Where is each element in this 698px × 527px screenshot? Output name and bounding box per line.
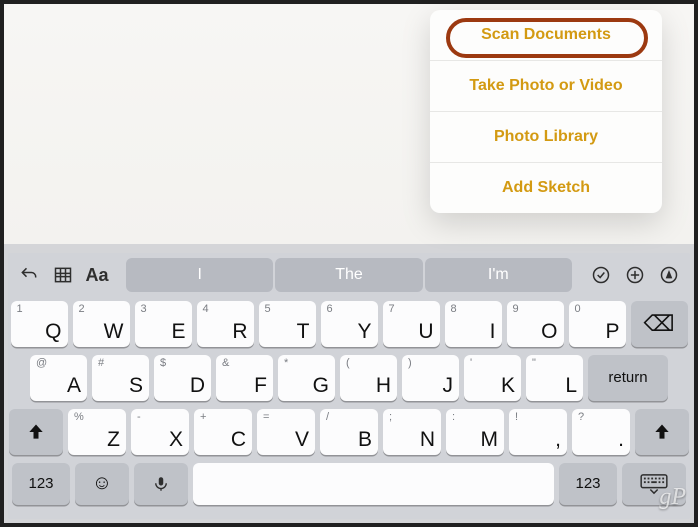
key-l[interactable]: "L <box>526 355 583 401</box>
popover-item-scan-documents[interactable]: Scan Documents <box>430 10 662 60</box>
key-v[interactable]: =V <box>257 409 315 455</box>
key-h[interactable]: (H <box>340 355 397 401</box>
markup-icon[interactable] <box>654 260 684 290</box>
key-s[interactable]: #S <box>92 355 149 401</box>
key-f[interactable]: &F <box>216 355 273 401</box>
number-switch-key-left[interactable]: 123 <box>12 463 70 505</box>
key-period[interactable]: ?. <box>572 409 630 455</box>
key-j[interactable]: )J <box>402 355 459 401</box>
key-n[interactable]: ;N <box>383 409 441 455</box>
format-aa-icon[interactable]: Aa <box>82 260 112 290</box>
key-w[interactable]: 2W <box>73 301 130 347</box>
key-i[interactable]: 8I <box>445 301 502 347</box>
suggestion-bar: I The I'm <box>126 258 572 292</box>
undo-icon[interactable] <box>14 260 44 290</box>
insert-popover: Scan Documents Take Photo or Video Photo… <box>430 10 662 213</box>
return-key[interactable]: return <box>588 355 668 401</box>
keyboard-topbar: Aa I The I'm <box>8 253 690 297</box>
popover-item-take-photo-video[interactable]: Take Photo or Video <box>430 60 662 111</box>
add-attachment-icon[interactable] <box>620 260 650 290</box>
space-key[interactable] <box>193 463 554 505</box>
backspace-key[interactable]: ⌫ <box>631 301 688 347</box>
dismiss-keyboard-key[interactable] <box>622 463 686 505</box>
popover-item-add-sketch[interactable]: Add Sketch <box>430 162 662 213</box>
suggestion-2[interactable]: The <box>275 258 422 292</box>
key-b[interactable]: /B <box>320 409 378 455</box>
key-comma[interactable]: !, <box>509 409 567 455</box>
key-d[interactable]: $D <box>154 355 211 401</box>
suggestion-1[interactable]: I <box>126 258 273 292</box>
key-row-4: 123 ☺ 123 <box>12 463 686 505</box>
key-x[interactable]: -X <box>131 409 189 455</box>
key-z[interactable]: %Z <box>68 409 126 455</box>
onscreen-keyboard: Aa I The I'm 1Q 2W 3E 4R 5T 6Y 7U 8I 9O … <box>8 253 690 519</box>
key-q[interactable]: 1Q <box>11 301 68 347</box>
dictation-key[interactable] <box>134 463 188 505</box>
key-y[interactable]: 6Y <box>321 301 378 347</box>
shift-key-right[interactable] <box>635 409 689 455</box>
key-a[interactable]: @A <box>30 355 87 401</box>
key-row-3: %Z -X +C =V /B ;N :M !, ?. <box>12 409 686 455</box>
key-g[interactable]: *G <box>278 355 335 401</box>
key-k[interactable]: 'K <box>464 355 521 401</box>
key-u[interactable]: 7U <box>383 301 440 347</box>
popover-item-photo-library[interactable]: Photo Library <box>430 111 662 162</box>
checklist-icon[interactable] <box>586 260 616 290</box>
table-icon[interactable] <box>48 260 78 290</box>
key-row-1: 1Q 2W 3E 4R 5T 6Y 7U 8I 9O 0P ⌫ <box>12 301 686 347</box>
key-m[interactable]: :M <box>446 409 504 455</box>
key-t[interactable]: 5T <box>259 301 316 347</box>
key-row-2: @A #S $D &F *G (H )J 'K "L return <box>12 355 686 401</box>
number-switch-key-right[interactable]: 123 <box>559 463 617 505</box>
emoji-key[interactable]: ☺ <box>75 463 129 505</box>
key-o[interactable]: 9O <box>507 301 564 347</box>
key-p[interactable]: 0P <box>569 301 626 347</box>
shift-key-left[interactable] <box>9 409 63 455</box>
suggestion-3[interactable]: I'm <box>425 258 572 292</box>
key-c[interactable]: +C <box>194 409 252 455</box>
key-r[interactable]: 4R <box>197 301 254 347</box>
key-e[interactable]: 3E <box>135 301 192 347</box>
